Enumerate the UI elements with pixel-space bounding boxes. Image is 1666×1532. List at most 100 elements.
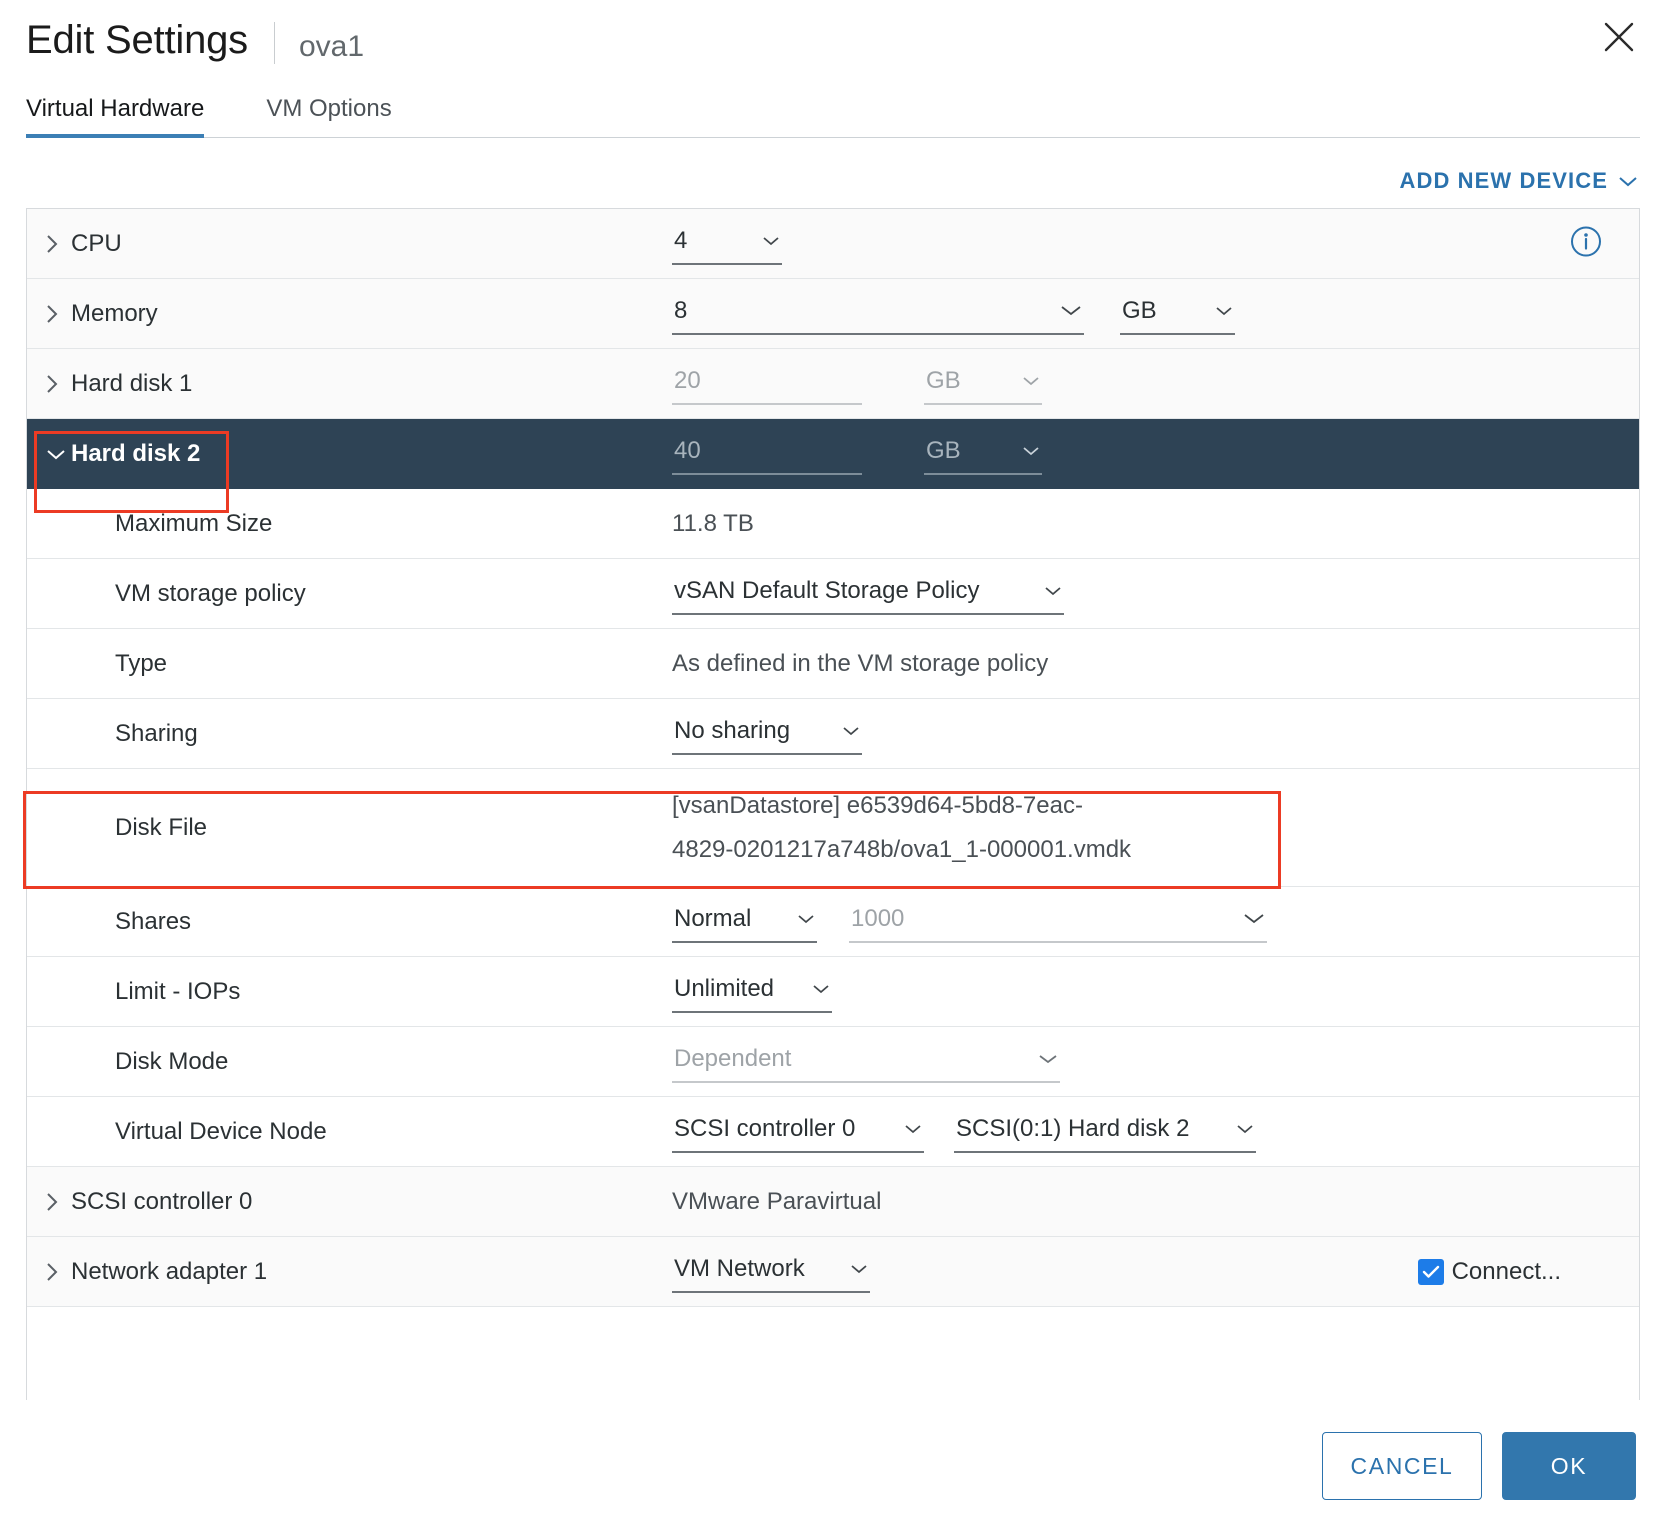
row-virtual-device-node-value-cell: SCSI controller 0 SCSI(0:1) Hard disk 2 [672, 1111, 1639, 1153]
row-virtual-device-node-label: Virtual Device Node [115, 1117, 327, 1145]
row-shares[interactable]: Shares Normal 1000 [27, 887, 1639, 957]
row-scsi-controller-0-value-cell: VMware Paravirtual [672, 1188, 1639, 1216]
dialog-header: Edit Settings ova1 [0, 0, 1666, 69]
chevron-down-icon [1022, 375, 1040, 387]
dialog-footer: CANCEL OK [0, 1400, 1666, 1532]
row-disk-mode[interactable]: Disk Mode Dependent [27, 1027, 1639, 1097]
row-hard-disk-2-label: Hard disk 2 [71, 439, 201, 467]
chevron-right-icon[interactable] [45, 233, 71, 255]
disk-mode-select[interactable]: Dependent [672, 1041, 1060, 1083]
row-hard-disk-1[interactable]: Hard disk 1 20 GB [27, 349, 1639, 419]
shares-amount-value: 1000 [851, 904, 905, 932]
chevron-down-icon [1618, 168, 1638, 194]
shares-amount-input[interactable]: 1000 [849, 901, 1267, 943]
virtual-device-controller-value: SCSI controller 0 [674, 1114, 856, 1142]
row-memory[interactable]: Memory 8 GB [27, 279, 1639, 349]
sharing-select[interactable]: No sharing [672, 713, 862, 755]
disk-mode-value: Dependent [674, 1044, 792, 1072]
network-adapter-1-select[interactable]: VM Network [672, 1251, 870, 1293]
row-cpu[interactable]: CPU 4 [27, 209, 1639, 279]
chevron-down-icon [797, 913, 815, 925]
row-scsi-controller-0-label-cell: SCSI controller 0 [27, 1188, 672, 1216]
hard-disk-1-unit-select[interactable]: GB [924, 363, 1042, 405]
info-circle-icon[interactable] [1569, 224, 1603, 263]
row-type-value-cell: As defined in the VM storage policy [672, 650, 1639, 678]
chevron-down-icon [1215, 305, 1233, 317]
row-maximum-size: Maximum Size 11.8 TB [27, 489, 1639, 559]
row-shares-label-cell: Shares [27, 908, 672, 936]
chevron-down-icon [1060, 304, 1082, 317]
title-divider [273, 22, 275, 64]
memory-size-input[interactable]: 8 [672, 293, 1084, 335]
row-scsi-controller-0-label: SCSI controller 0 [71, 1187, 253, 1215]
row-vm-storage-policy[interactable]: VM storage policy vSAN Default Storage P… [27, 559, 1639, 629]
type-value: As defined in the VM storage policy [672, 649, 1049, 677]
field-underline [924, 402, 1042, 405]
network-adapter-1-connect-checkbox[interactable]: Connect... [1417, 1257, 1561, 1286]
field-underline [672, 262, 782, 265]
row-disk-file: Disk File [vsanDatastore] e6539d64-5bd8-… [27, 769, 1639, 887]
memory-unit-select[interactable]: GB [1120, 293, 1235, 335]
ok-button-label: OK [1550, 1452, 1588, 1479]
network-adapter-1-connect-label: Connect... [1451, 1257, 1561, 1285]
chevron-down-icon [1236, 1123, 1254, 1135]
virtual-device-controller-select[interactable]: SCSI controller 0 [672, 1111, 924, 1153]
row-vm-storage-policy-value-cell: vSAN Default Storage Policy [672, 573, 1639, 615]
row-disk-file-label: Disk File [115, 813, 208, 841]
shares-level-select[interactable]: Normal [672, 901, 817, 943]
row-type-label: Type [115, 649, 168, 677]
row-hard-disk-1-label-cell: Hard disk 1 [27, 370, 672, 398]
field-underline [1120, 332, 1235, 335]
row-sharing[interactable]: Sharing No sharing [27, 699, 1639, 769]
row-disk-mode-value-cell: Dependent [672, 1041, 1639, 1083]
vm-storage-policy-value: vSAN Default Storage Policy [674, 576, 980, 604]
row-sharing-value-cell: No sharing [672, 713, 1639, 755]
row-sharing-label: Sharing [115, 719, 198, 747]
tab-virtual-hardware-label: Virtual Hardware [26, 95, 205, 122]
chevron-right-icon[interactable] [45, 303, 71, 325]
chevron-right-icon[interactable] [45, 1261, 71, 1283]
row-limit-iops-label: Limit - IOPs [115, 977, 241, 1005]
virtual-device-node-select[interactable]: SCSI(0:1) Hard disk 2 [954, 1111, 1256, 1153]
row-hard-disk-2[interactable]: Hard disk 2 40 GB [27, 419, 1639, 489]
cancel-button-label: CANCEL [1350, 1452, 1454, 1479]
disk-file-line-2: 4829-0201217a748b/ova1_1-000001.vmdk [672, 835, 1132, 863]
row-type-label-cell: Type [27, 650, 672, 678]
vm-storage-policy-select[interactable]: vSAN Default Storage Policy [672, 573, 1064, 615]
tab-virtual-hardware[interactable]: Virtual Hardware [26, 95, 205, 138]
row-network-adapter-1-label-cell: Network adapter 1 [27, 1258, 672, 1286]
maximum-size-value: 11.8 TB [672, 509, 754, 537]
row-network-adapter-1[interactable]: Network adapter 1 VM Network Connect... [27, 1237, 1639, 1307]
tab-vm-options-label: VM Options [266, 95, 392, 122]
chevron-down-icon [1243, 912, 1265, 925]
chevron-down-icon [812, 983, 830, 995]
hard-disk-1-size-value: 20 [674, 366, 701, 394]
row-cpu-label: CPU [71, 229, 122, 257]
limit-iops-select[interactable]: Unlimited [672, 971, 832, 1013]
toolbar: ADD NEW DEVICE [0, 138, 1666, 208]
hard-disk-2-unit-value: GB [926, 436, 961, 464]
row-virtual-device-node[interactable]: Virtual Device Node SCSI controller 0 SC… [27, 1097, 1639, 1167]
row-scsi-controller-0[interactable]: SCSI controller 0 VMware Paravirtual [27, 1167, 1639, 1237]
sharing-value: No sharing [674, 716, 791, 744]
chevron-right-icon[interactable] [45, 373, 71, 395]
hard-disk-2-unit-select[interactable]: GB [924, 433, 1042, 475]
chevron-down-icon[interactable] [45, 447, 71, 461]
hard-disk-2-size-input[interactable]: 40 [672, 433, 862, 475]
row-network-adapter-1-value-cell: VM Network Connect... [672, 1251, 1639, 1293]
chevron-right-icon[interactable] [45, 1191, 71, 1213]
disk-file-path: [vsanDatastore] e6539d64-5bd8-7eac- 4829… [672, 782, 1131, 874]
hard-disk-1-size-input[interactable]: 20 [672, 363, 862, 405]
row-limit-iops[interactable]: Limit - IOPs Unlimited [27, 957, 1639, 1027]
field-underline [954, 1150, 1256, 1153]
ok-button[interactable]: OK [1502, 1432, 1636, 1500]
close-button[interactable] [1596, 14, 1642, 60]
add-new-device-button[interactable]: ADD NEW DEVICE [1399, 168, 1638, 194]
cpu-count-select[interactable]: 4 [672, 223, 782, 265]
row-hard-disk-2-value-cell: 40 GB [672, 433, 1639, 475]
row-virtual-device-node-label-cell: Virtual Device Node [27, 1118, 672, 1146]
tab-vm-options[interactable]: VM Options [266, 95, 391, 137]
cancel-button[interactable]: CANCEL [1322, 1432, 1482, 1500]
row-maximum-size-label-cell: Maximum Size [27, 510, 672, 538]
row-hard-disk-1-label: Hard disk 1 [71, 369, 193, 397]
